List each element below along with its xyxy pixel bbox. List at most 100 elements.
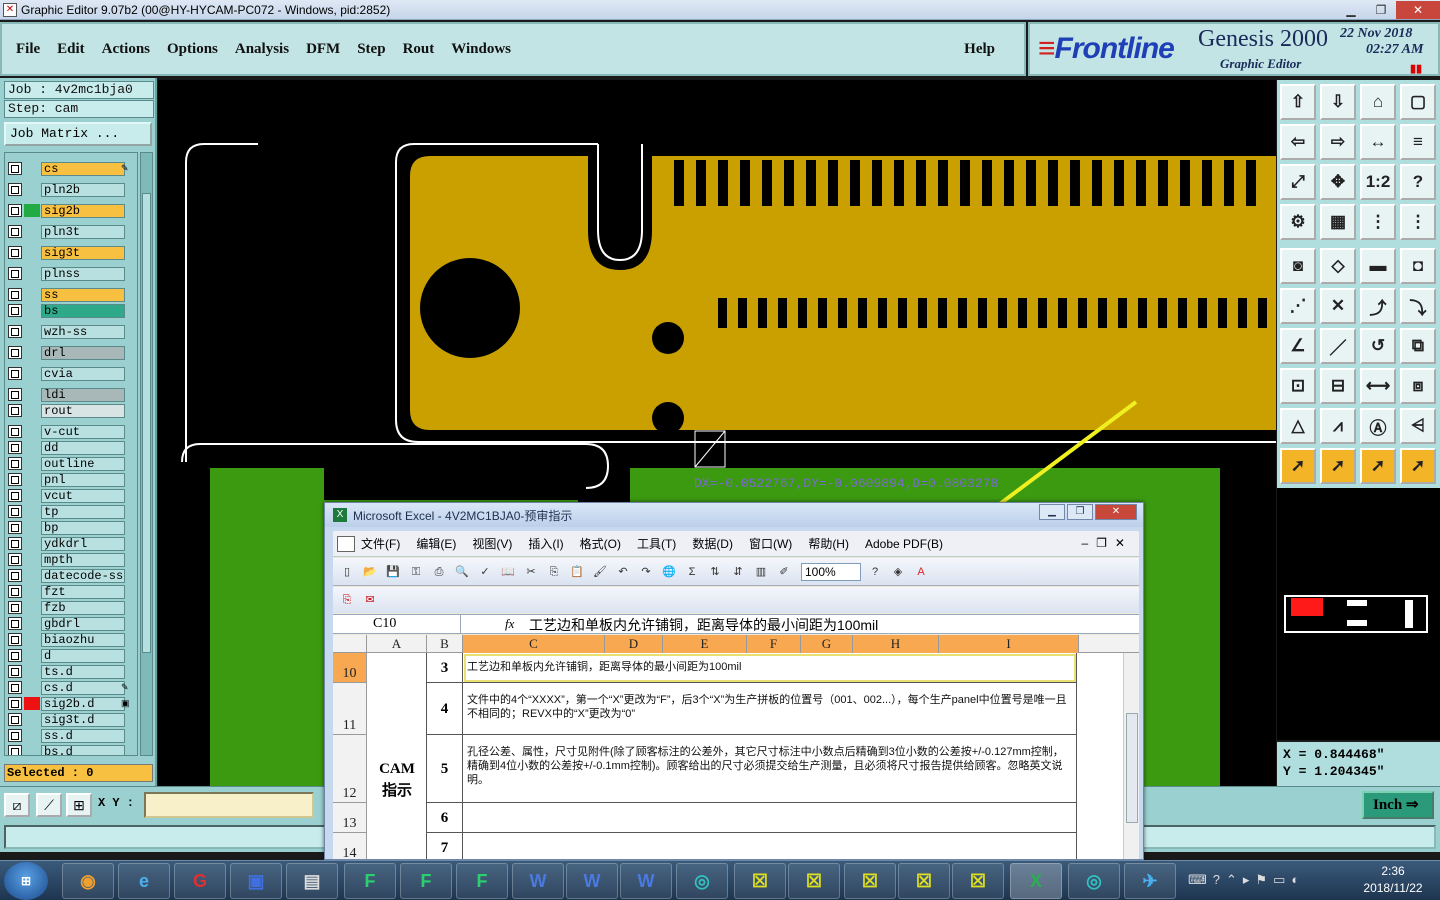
mirror-icon[interactable]: ↔ bbox=[1360, 124, 1396, 160]
layer-row-bs[interactable]: bs bbox=[5, 303, 137, 318]
taskbar-genesis-icon-1[interactable]: F bbox=[344, 863, 396, 899]
permission-icon[interactable]: ⚿ bbox=[407, 563, 425, 581]
layer-row-datecode-ss[interactable]: datecode-ss bbox=[5, 568, 137, 583]
taskbar-genesis-icon-3[interactable]: F bbox=[456, 863, 508, 899]
minimize-button[interactable]: ▁ bbox=[1336, 1, 1366, 19]
taskbar-ge-window-4[interactable]: ☒ bbox=[898, 863, 950, 899]
width-icon[interactable]: ⟷ bbox=[1360, 368, 1396, 404]
excel-menu-help[interactable]: 帮助(H) bbox=[808, 535, 849, 552]
layer-row-mpth[interactable]: mpth bbox=[5, 552, 137, 567]
scale-icon[interactable]: 1:2 bbox=[1360, 164, 1396, 200]
column-header-h[interactable]: H bbox=[853, 635, 939, 653]
layer-row-dd[interactable]: dd bbox=[5, 440, 137, 455]
excel-minimize-button[interactable]: ▁ bbox=[1039, 504, 1065, 520]
layer-color-swatch[interactable] bbox=[24, 697, 40, 710]
layer-row-ss.d[interactable]: ss.d bbox=[5, 728, 137, 743]
taskbar-shell-icon[interactable]: ◉ bbox=[62, 863, 114, 899]
layer-color-swatch[interactable] bbox=[24, 304, 40, 317]
zoom-down-icon[interactable]: ⇩ bbox=[1320, 84, 1356, 120]
surface-icon[interactable]: ▬ bbox=[1360, 248, 1396, 284]
taskbar-g-icon[interactable]: G bbox=[174, 863, 226, 899]
layer-checkbox[interactable] bbox=[8, 404, 22, 417]
grid-icon[interactable]: ⊞ bbox=[66, 793, 92, 817]
layer-color-swatch[interactable] bbox=[24, 404, 40, 417]
sort-ascending-icon[interactable]: ⇅ bbox=[706, 563, 724, 581]
layer-name[interactable]: fzt bbox=[41, 584, 125, 599]
layer-checkbox[interactable] bbox=[8, 457, 22, 470]
new-icon[interactable]: ▯ bbox=[338, 563, 356, 581]
excel-restore-button[interactable]: ❐ bbox=[1067, 504, 1093, 520]
taskbar-excel-icon[interactable]: X bbox=[1010, 863, 1062, 899]
layer-checkbox[interactable] bbox=[8, 225, 22, 238]
layer-name[interactable]: bs.d bbox=[41, 744, 125, 755]
layer-name[interactable]: d bbox=[41, 648, 125, 663]
excel-menu-data[interactable]: 数据(D) bbox=[692, 535, 733, 552]
copy-icon[interactable]: ⎘ bbox=[545, 563, 563, 581]
layer-row-sig3t[interactable]: sig3t bbox=[5, 245, 137, 260]
layer-color-swatch[interactable] bbox=[24, 367, 40, 380]
layer-color-swatch[interactable] bbox=[24, 601, 40, 614]
layer-checkbox[interactable] bbox=[8, 346, 22, 359]
layer-color-swatch[interactable] bbox=[24, 425, 40, 438]
menu-edit[interactable]: Edit bbox=[57, 41, 85, 58]
layer-row-gbdrl[interactable]: gbdrl bbox=[5, 616, 137, 631]
layer-checkbox[interactable] bbox=[8, 367, 22, 380]
taskbar-ge-window-5[interactable]: ☒ bbox=[952, 863, 1004, 899]
pdf-convert-icon[interactable]: ⎘ bbox=[338, 591, 356, 609]
taskbar-clock[interactable]: 2:36 2018/11/22 bbox=[1352, 863, 1434, 897]
layer-checkbox[interactable] bbox=[8, 697, 22, 710]
fit-all-icon[interactable]: ⤢ bbox=[1280, 164, 1316, 200]
layer-color-swatch[interactable] bbox=[24, 288, 40, 301]
excel-window[interactable]: X Microsoft Excel - 4V2MC1BJA0-预审指示 ▁ ❐ … bbox=[324, 502, 1144, 860]
layer-color-swatch[interactable] bbox=[24, 505, 40, 518]
layer-checkbox[interactable] bbox=[8, 325, 22, 338]
spelling-icon[interactable]: ✓ bbox=[476, 563, 494, 581]
layer-checkbox[interactable] bbox=[8, 388, 22, 401]
column-header-c[interactable]: C bbox=[463, 635, 605, 653]
column-header-e[interactable]: E bbox=[663, 635, 747, 653]
layer-color-swatch[interactable] bbox=[24, 633, 40, 646]
taskbar-genesis-icon-2[interactable]: F bbox=[400, 863, 452, 899]
layer-checkbox[interactable] bbox=[8, 665, 22, 678]
layer-color-swatch[interactable] bbox=[24, 537, 40, 550]
column-header-g[interactable]: G bbox=[801, 635, 853, 653]
angle-icon[interactable]: ∠ bbox=[1280, 328, 1316, 364]
zoom-home-icon[interactable]: ⇧ bbox=[1280, 84, 1316, 120]
cross-icon[interactable]: ✕ bbox=[1320, 288, 1356, 324]
layer-color-swatch[interactable] bbox=[24, 457, 40, 470]
layer-checkbox[interactable] bbox=[8, 649, 22, 662]
menu-analysis[interactable]: Analysis bbox=[235, 41, 289, 58]
excel-close-button[interactable]: ✕ bbox=[1095, 504, 1137, 520]
layer-name[interactable]: drl bbox=[41, 345, 125, 360]
layer-row-cs[interactable]: cs ✎ bbox=[5, 161, 137, 176]
column-header-b[interactable]: B bbox=[427, 635, 463, 653]
layer-name[interactable]: sig3t bbox=[41, 245, 125, 260]
cam-merged-cell[interactable]: CAM 指示 bbox=[367, 653, 427, 859]
layer-name[interactable]: fzb bbox=[41, 600, 125, 615]
fx-icon[interactable]: fx bbox=[505, 616, 514, 632]
layer-row-ts.d[interactable]: ts.d bbox=[5, 664, 137, 679]
menu-actions[interactable]: Actions bbox=[102, 41, 150, 58]
layer-name[interactable]: outline bbox=[41, 456, 125, 471]
layer-name[interactable]: ldi bbox=[41, 387, 125, 402]
excel-menu-edit[interactable]: 编辑(E) bbox=[416, 535, 456, 552]
layer-name[interactable]: wzh-ss bbox=[41, 324, 125, 339]
layer-name[interactable]: vcut bbox=[41, 488, 125, 503]
grid-icon[interactable]: ▦ bbox=[1320, 204, 1356, 240]
layer-row-pln2b[interactable]: pln2b bbox=[5, 182, 137, 197]
drawing-icon[interactable]: ✐ bbox=[775, 563, 793, 581]
restore-button[interactable]: ❐ bbox=[1366, 1, 1396, 19]
layer-name[interactable]: sig3t.d bbox=[41, 712, 125, 727]
move-point-icon[interactable]: ⤵ bbox=[1400, 288, 1436, 324]
snap-icon[interactable]: ⧄ bbox=[4, 793, 30, 817]
excel-menu-file[interactable]: 文件(F) bbox=[361, 535, 400, 552]
layer-checkbox[interactable] bbox=[8, 441, 22, 454]
help-icon[interactable]: ? bbox=[866, 563, 884, 581]
layer-row-sig3t.d[interactable]: sig3t.d bbox=[5, 712, 137, 727]
excel-menu-view[interactable]: 视图(V) bbox=[472, 535, 512, 552]
taskbar-word-icon-2[interactable]: W bbox=[566, 863, 618, 899]
layer-row-bs.d[interactable]: bs.d bbox=[5, 744, 137, 755]
layer-color-swatch[interactable] bbox=[24, 521, 40, 534]
excel-menu-format[interactable]: 格式(O) bbox=[580, 535, 621, 552]
layer-checkbox[interactable] bbox=[8, 267, 22, 280]
